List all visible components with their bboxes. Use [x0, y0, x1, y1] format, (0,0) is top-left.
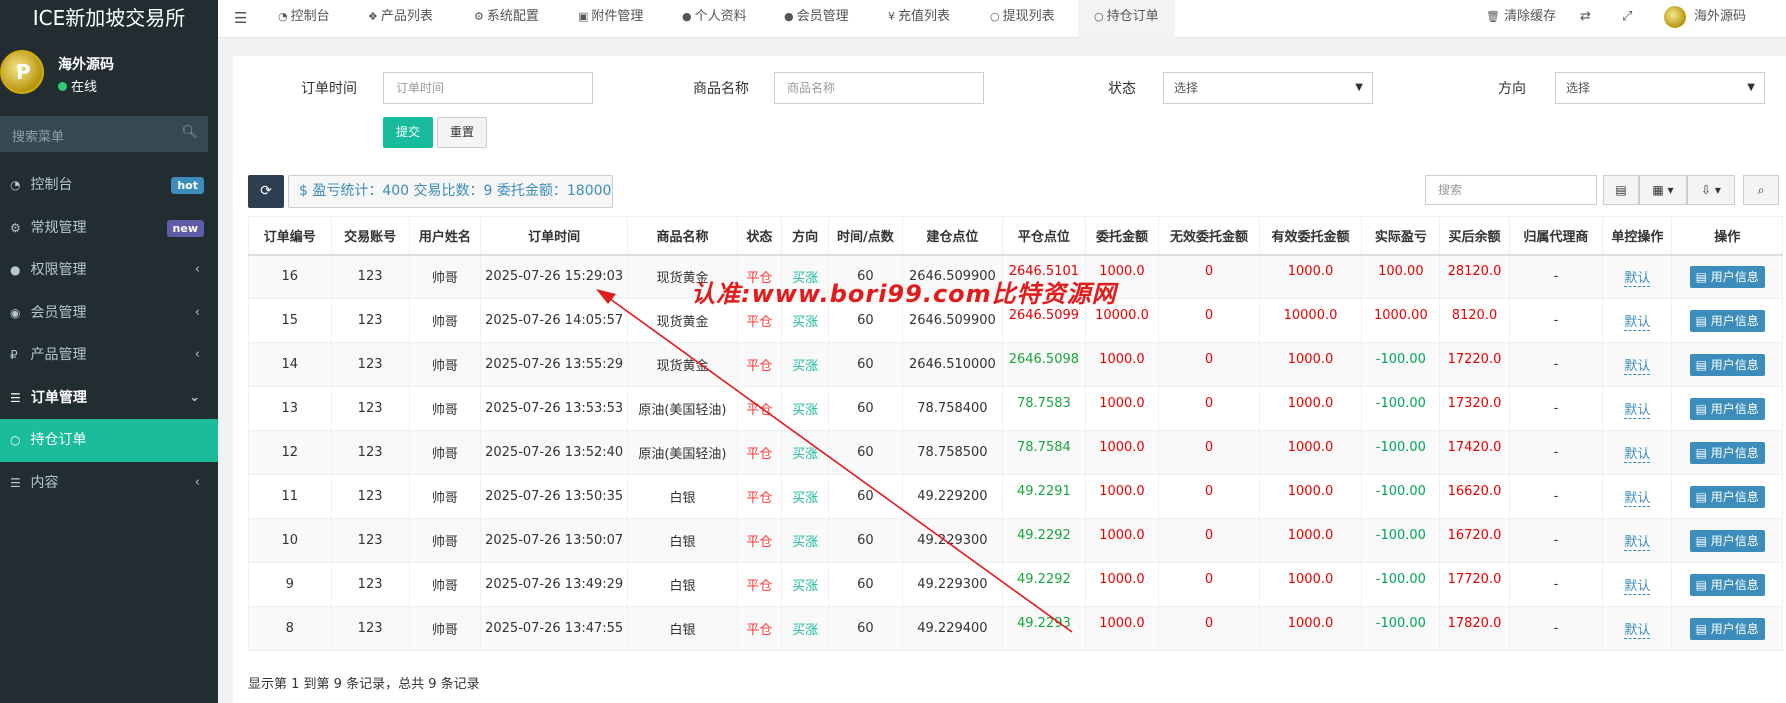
annotation-arrow: [596, 289, 1073, 633]
arrow-line: [605, 295, 1073, 633]
